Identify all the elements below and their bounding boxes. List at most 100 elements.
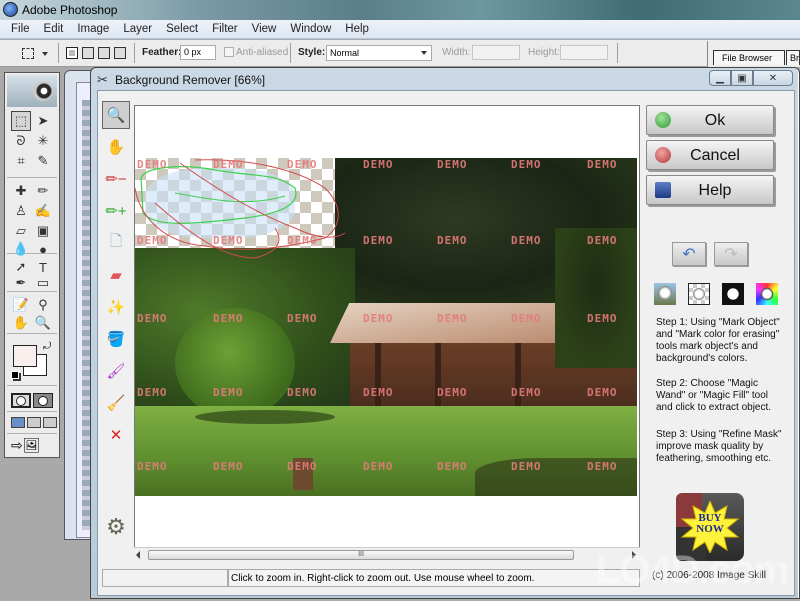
notes-tool[interactable]: 📝	[11, 295, 31, 315]
menu-select[interactable]: Select	[159, 23, 205, 35]
refine-mask-brush-tool[interactable]: 🖌	[102, 357, 130, 385]
magic-wand-tool[interactable]: ✳	[33, 131, 53, 151]
divider	[7, 333, 57, 334]
view-transparent-button[interactable]	[688, 283, 710, 305]
menu-edit[interactable]: Edit	[37, 23, 71, 35]
full-screen-menu-mode-button[interactable]	[27, 417, 41, 428]
menu-file[interactable]: File	[4, 23, 37, 35]
clear-tool[interactable]: ✕	[102, 421, 130, 449]
buy-now-label: BUY NOW	[696, 512, 724, 535]
app-title: Adobe Photoshop	[22, 3, 118, 17]
scrollbar-thumb[interactable]: III	[148, 550, 574, 560]
zoom-tool[interactable]: 🔍	[102, 101, 130, 129]
magic-wand-tool[interactable]: ✨	[102, 293, 130, 321]
ok-button[interactable]: Ok	[646, 105, 774, 135]
selection-strokes	[135, 159, 346, 259]
redo-button[interactable]: ↷	[714, 242, 748, 266]
hand-tool[interactable]: ✋	[11, 313, 31, 333]
intersect-selection-button[interactable]	[114, 47, 126, 59]
swap-colors-icon[interactable]: ⤾	[43, 341, 51, 352]
step-2-text: Step 2: Choose "Magic Wand" or "Magic Fi…	[656, 378, 772, 413]
menu-window[interactable]: Window	[283, 23, 338, 35]
refine-mask-brush-icon: 🖌	[106, 363, 126, 380]
toolbox-logo[interactable]	[7, 75, 57, 107]
default-colors-icon[interactable]	[11, 371, 19, 379]
width-label: Width:	[442, 47, 471, 58]
magic-fill-tool[interactable]: 🪣	[102, 325, 130, 353]
marquee-tool[interactable]: ⬚	[11, 111, 31, 131]
healing-brush-tool[interactable]: ✚	[11, 181, 31, 201]
anti-aliased-checkbox[interactable]	[224, 47, 234, 57]
menu-help[interactable]: Help	[338, 23, 376, 35]
mark-erase-stroke	[179, 162, 346, 238]
shape-icon: ▭	[36, 275, 50, 290]
cancel-button[interactable]: Cancel	[646, 140, 774, 170]
view-color-background-button[interactable]	[756, 283, 778, 305]
divider	[7, 433, 57, 434]
menu-view[interactable]: View	[245, 23, 284, 35]
history-brush-tool[interactable]: ✍	[33, 201, 53, 221]
standard-screen-mode-button[interactable]	[11, 417, 25, 428]
broom-tool[interactable]: 🧹	[102, 389, 130, 417]
dodge-tool[interactable]: ●	[33, 239, 53, 259]
width-input[interactable]	[472, 45, 520, 60]
brush-tool[interactable]: ✏	[33, 181, 53, 201]
demo-watermark: DEMO	[287, 460, 318, 473]
mark-color-for-erasing-tool[interactable]: ✏−	[102, 165, 130, 193]
add-to-selection-button[interactable]	[82, 47, 94, 59]
background-remover-dialog: ✂ Background Remover [66%] ▁ ▣ ✕ ⚙ DEMO …	[90, 67, 800, 599]
eyedropper-tool[interactable]: ⚲	[33, 295, 53, 315]
eraser-tool[interactable]: ▱	[11, 221, 31, 241]
blur-tool[interactable]: 💧	[11, 239, 31, 259]
horizontal-scrollbar[interactable]: III	[134, 547, 640, 561]
move-tool[interactable]: ➤	[33, 111, 53, 131]
jump-to-imageready-icon[interactable]: ⇨🖼	[11, 437, 41, 454]
quick-mask-button[interactable]	[33, 393, 53, 408]
scroll-left-arrow-icon[interactable]	[136, 551, 140, 559]
image-canvas[interactable]: DEMO DEMO DEMO DEMO DEMO DEMO DEMO DEMO DEMO DEMO…	[134, 105, 640, 559]
view-original-button[interactable]	[654, 283, 676, 305]
slice-tool[interactable]: ✎	[33, 151, 53, 171]
standard-mode-button[interactable]	[11, 393, 31, 408]
marquee-preset-icon[interactable]	[22, 48, 34, 59]
demo-watermark: DEMO	[137, 158, 168, 171]
undo-button[interactable]: ↶	[672, 242, 706, 266]
hand-tool[interactable]: ✋	[102, 133, 130, 161]
clone-stamp-tool[interactable]: ♙	[11, 201, 31, 221]
view-mask-button[interactable]	[722, 283, 744, 305]
mark-object-tool[interactable]: ✏+	[102, 197, 130, 225]
full-screen-mode-button[interactable]	[43, 417, 57, 428]
pen-tool[interactable]: ✒	[11, 273, 31, 293]
help-button[interactable]: Help	[646, 175, 774, 205]
menu-filter[interactable]: Filter	[205, 23, 245, 35]
menu-layer[interactable]: Layer	[116, 23, 159, 35]
tab-file-browser[interactable]: File Browser	[713, 50, 785, 65]
lasso-tool[interactable]: ᘐ	[11, 131, 31, 151]
demo-watermark: DEMO	[213, 386, 244, 399]
photo-preview[interactable]: DEMO DEMO DEMO DEMO DEMO DEMO DEMO DEMO DEMO DEMO…	[135, 158, 637, 496]
zoom-tool[interactable]: 🔍	[33, 313, 53, 333]
gradient-tool[interactable]: ▣	[33, 221, 53, 241]
maximize-button[interactable]: ▣	[731, 70, 753, 86]
menu-image[interactable]: Image	[70, 23, 116, 35]
feather-input[interactable]: 0 px	[180, 45, 216, 60]
style-select[interactable]: Normal	[326, 45, 432, 61]
demo-watermark: DEMO	[213, 312, 244, 325]
preset-dropdown-icon[interactable]	[42, 52, 48, 56]
foreground-color-swatch[interactable]	[13, 345, 37, 367]
crop-tool[interactable]: ⌗	[11, 151, 31, 171]
demo-watermark: DEMO	[363, 312, 394, 325]
eraser-tool[interactable]: ▰	[102, 261, 130, 289]
height-input[interactable]	[560, 45, 608, 60]
close-button[interactable]: ✕	[753, 70, 793, 86]
zoom-icon: 🔍	[106, 107, 126, 124]
tab-brushes[interactable]: Brushes	[786, 50, 800, 65]
subtract-from-selection-button[interactable]	[98, 47, 110, 59]
minimize-button[interactable]: ▁	[709, 70, 731, 86]
shape-tool[interactable]: ▭	[33, 273, 53, 293]
settings-gear-icon[interactable]: ⚙	[102, 513, 130, 541]
watermark: LO4D.com	[596, 548, 789, 592]
new-document-tool[interactable]: 🗋	[102, 229, 130, 257]
options-bar: Feather: 0 px Anti-aliased Style: Normal…	[0, 40, 800, 67]
new-selection-button[interactable]	[66, 47, 78, 59]
